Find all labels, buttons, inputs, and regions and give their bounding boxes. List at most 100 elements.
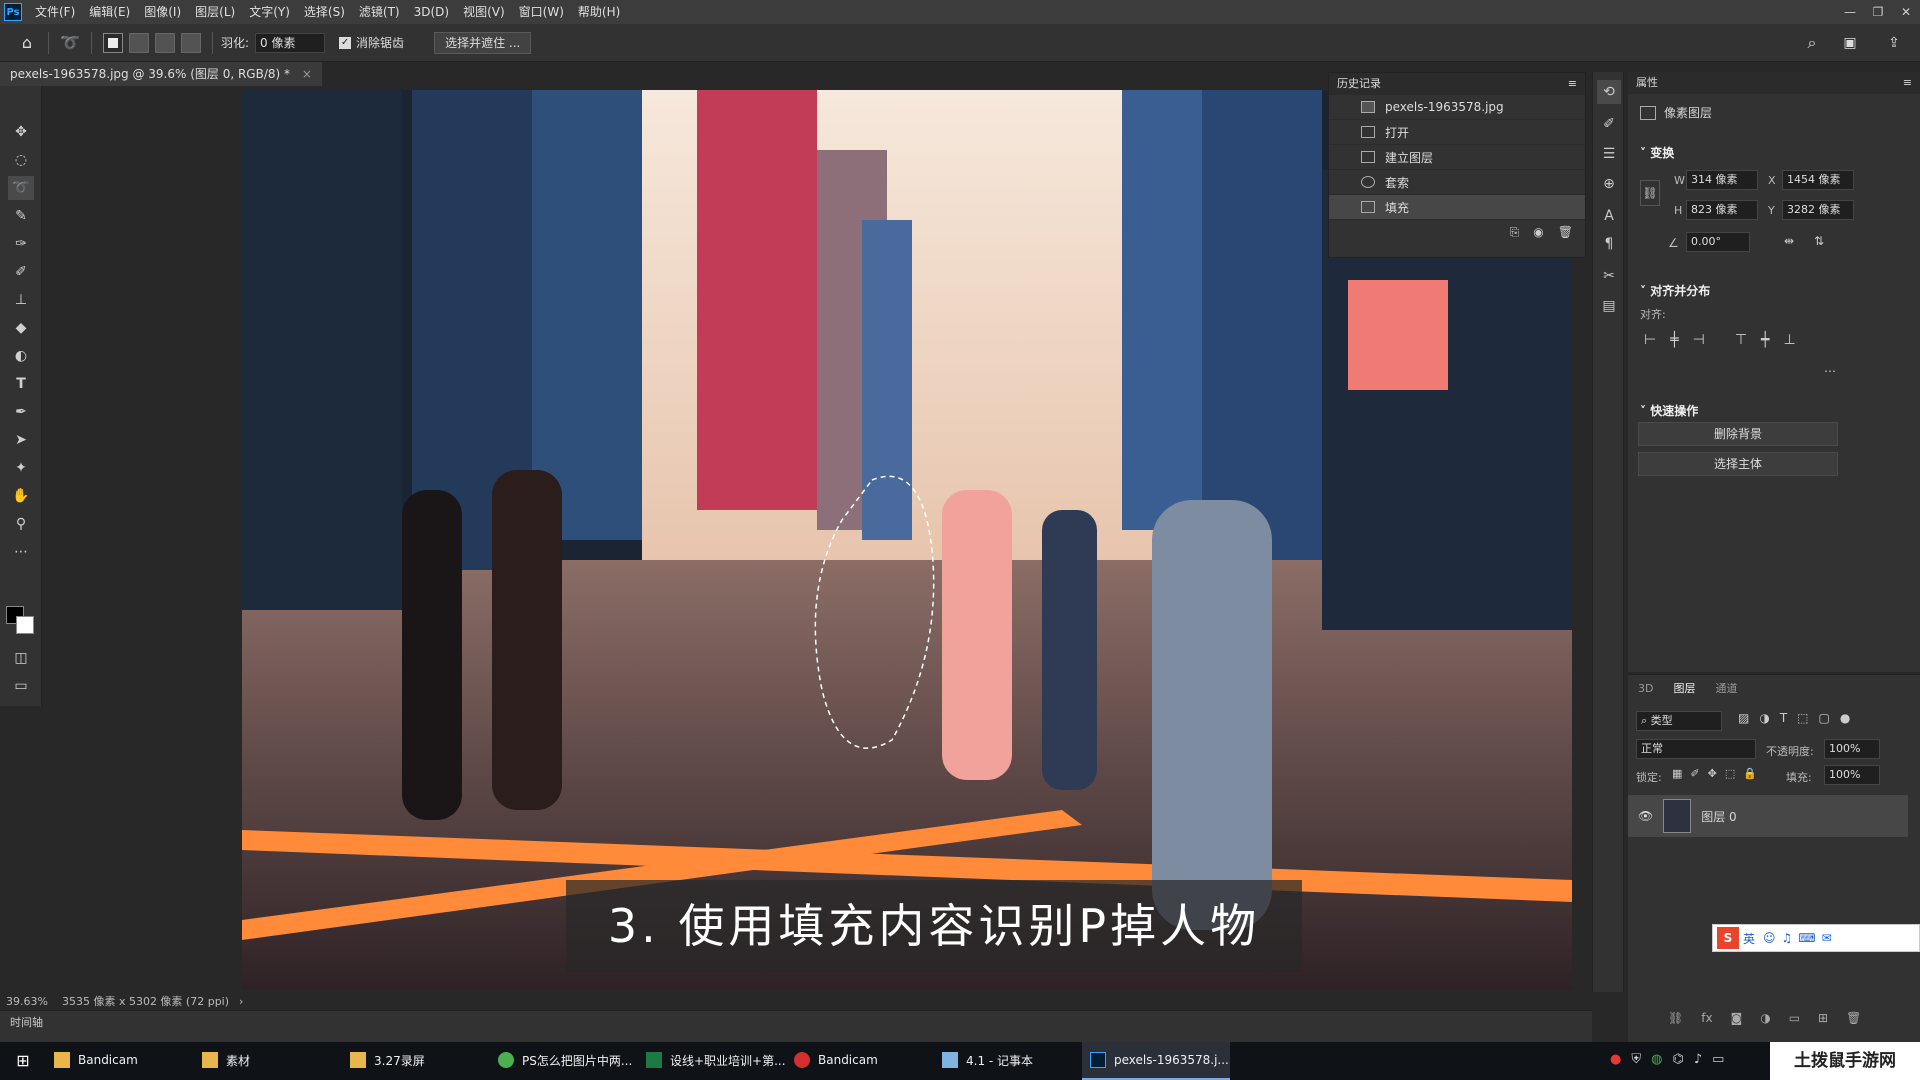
align-bottom-icon[interactable]: ⊥ bbox=[1783, 332, 1795, 348]
record-tray-icon[interactable]: ● bbox=[1610, 1052, 1621, 1067]
link-icon[interactable]: ⛓ bbox=[1640, 180, 1660, 206]
lock-transparent-icon[interactable]: ▦ bbox=[1672, 767, 1682, 780]
opacity-input[interactable]: 100% bbox=[1824, 739, 1880, 759]
feather-input[interactable]: 0 像素 bbox=[255, 32, 326, 53]
new-adjustment-icon[interactable]: ◑ bbox=[1760, 1011, 1770, 1025]
flip-horizontal-icon[interactable]: ⇹ bbox=[1784, 234, 1794, 248]
tool-presets-icon[interactable]: ✂ bbox=[1597, 264, 1621, 288]
history-item-new-layer[interactable]: 建立图层 bbox=[1329, 145, 1585, 170]
history-panel-icon[interactable]: ⟲ bbox=[1597, 80, 1621, 104]
adjustments-icon[interactable]: ☰ bbox=[1597, 142, 1621, 166]
align-left-icon[interactable]: ⊢ bbox=[1644, 332, 1656, 348]
layer-name[interactable]: 图层 0 bbox=[1701, 808, 1736, 825]
screen-mode-icon[interactable]: ▭ bbox=[8, 674, 34, 698]
filter-pixel-icon[interactable]: ▨ bbox=[1738, 711, 1749, 725]
trash-icon[interactable]: 🗑 bbox=[1558, 225, 1573, 239]
filter-adjustment-icon[interactable]: ◑ bbox=[1759, 711, 1769, 725]
menu-help[interactable]: 帮助(H) bbox=[571, 0, 627, 24]
more-options-icon[interactable]: ⋯ bbox=[1824, 364, 1836, 378]
panel-menu-icon[interactable]: ≡ bbox=[1903, 72, 1912, 94]
network-icon[interactable]: ⌬ bbox=[1672, 1052, 1683, 1067]
home-icon[interactable]: ⌂ bbox=[14, 30, 40, 56]
workspace-icon[interactable]: ▣ bbox=[1836, 30, 1864, 56]
taskbar-item[interactable]: Bandicam bbox=[46, 1042, 194, 1080]
remove-background-button[interactable]: 删除背景 bbox=[1638, 422, 1838, 446]
height-input[interactable]: 823 像素 bbox=[1686, 200, 1758, 220]
new-layer-icon[interactable]: ⊞ bbox=[1818, 1011, 1828, 1025]
align-center-v-icon[interactable]: ┿ bbox=[1761, 332, 1769, 348]
menu-filter[interactable]: 滤镜(T) bbox=[352, 0, 407, 24]
link-layers-icon[interactable]: ⛓ bbox=[1668, 1011, 1683, 1025]
align-top-icon[interactable]: ⊤ bbox=[1735, 332, 1747, 348]
taskbar-item[interactable]: 3.27录屏 bbox=[342, 1042, 490, 1080]
quick-mask-icon[interactable]: ◫ bbox=[8, 646, 34, 670]
menu-file[interactable]: 文件(F) bbox=[28, 0, 82, 24]
type-tool-icon[interactable]: T bbox=[8, 372, 34, 396]
move-tool-icon[interactable]: ✥ bbox=[8, 120, 34, 144]
properties-title[interactable]: 属性 bbox=[1636, 76, 1658, 89]
width-input[interactable]: 314 像素 bbox=[1686, 170, 1758, 190]
panel-menu-icon[interactable]: ≡ bbox=[1568, 73, 1577, 95]
transform-section-title[interactable]: ˅ 变换 bbox=[1640, 144, 1674, 161]
menu-3d[interactable]: 3D(D) bbox=[407, 0, 456, 24]
align-right-icon[interactable]: ⊣ bbox=[1693, 332, 1705, 348]
align-center-h-icon[interactable]: ╪ bbox=[1670, 332, 1678, 348]
ime-language[interactable]: 英 bbox=[1743, 930, 1755, 947]
paragraph-icon[interactable]: ¶ bbox=[1597, 232, 1621, 256]
filter-smart-icon[interactable]: ▢ bbox=[1819, 711, 1830, 725]
fill-input[interactable]: 100% bbox=[1824, 765, 1880, 785]
restore-icon[interactable]: ❐ bbox=[1864, 0, 1892, 24]
wechat-icon[interactable]: ◍ bbox=[1651, 1052, 1662, 1067]
zoom-level[interactable]: 39.63% bbox=[6, 995, 48, 1008]
stamp-tool-icon[interactable]: ⊥ bbox=[8, 288, 34, 312]
photoshop-logo-icon[interactable]: Ps bbox=[4, 3, 22, 21]
antialias-checkbox[interactable]: ✓ bbox=[339, 36, 352, 49]
history-title[interactable]: 历史记录 bbox=[1337, 77, 1381, 90]
quick-actions-title[interactable]: ˅ 快速操作 bbox=[1640, 402, 1698, 419]
path-select-tool-icon[interactable]: ➤ bbox=[8, 428, 34, 452]
search-icon[interactable]: ⌕ bbox=[1800, 30, 1824, 56]
eyedropper-tool-icon[interactable]: ✑ bbox=[8, 232, 34, 256]
pen-tool-icon[interactable]: ✒ bbox=[8, 400, 34, 424]
angle-input[interactable]: 0.00° bbox=[1686, 232, 1750, 252]
taskbar-item[interactable]: 设线+职业培训+第... bbox=[638, 1042, 786, 1080]
camera-icon[interactable]: ◉ bbox=[1533, 225, 1543, 239]
lasso-preset-icon[interactable]: ➰ bbox=[57, 30, 83, 56]
layer-style-icon[interactable]: fx bbox=[1701, 1011, 1712, 1025]
taskbar-item[interactable]: 素材 bbox=[194, 1042, 342, 1080]
select-subject-button[interactable]: 选择主体 bbox=[1638, 452, 1838, 476]
ime-tools-icon[interactable]: ☺♫⌨✉ bbox=[1763, 931, 1838, 945]
subtract-from-selection-button[interactable] bbox=[155, 32, 175, 53]
close-tab-icon[interactable]: × bbox=[302, 67, 312, 81]
history-snapshot[interactable]: pexels-1963578.jpg bbox=[1329, 95, 1585, 120]
menu-view[interactable]: 视图(V) bbox=[456, 0, 512, 24]
background-color-swatch[interactable] bbox=[16, 616, 34, 634]
lock-position-icon[interactable]: ✥ bbox=[1708, 767, 1717, 780]
close-icon[interactable]: ✕ bbox=[1892, 0, 1920, 24]
tab-channels[interactable]: 通道 bbox=[1705, 680, 1747, 696]
character-icon[interactable]: A bbox=[1597, 204, 1621, 228]
notes-icon[interactable]: ▤ bbox=[1597, 294, 1621, 318]
taskbar-item[interactable]: 4.1 - 记事本 bbox=[934, 1042, 1082, 1080]
chevron-right-icon[interactable]: › bbox=[239, 995, 243, 1008]
filter-type-icon[interactable]: T bbox=[1780, 711, 1787, 725]
menu-image[interactable]: 图像(I) bbox=[137, 0, 188, 24]
notification-icon[interactable]: ▭ bbox=[1712, 1052, 1724, 1067]
new-document-from-state-icon[interactable]: ⎘ bbox=[1510, 225, 1520, 240]
hand-tool-icon[interactable]: ✋ bbox=[8, 484, 34, 508]
taskbar-item[interactable]: Bandicam bbox=[786, 1042, 934, 1080]
taskbar-item-active[interactable]: pexels-1963578.j... bbox=[1082, 1042, 1230, 1080]
lasso-tool-icon[interactable]: ➰ bbox=[8, 176, 34, 200]
layer-filter-select[interactable]: ⌕ 类型 bbox=[1636, 711, 1722, 731]
history-item-fill[interactable]: 填充 bbox=[1329, 195, 1585, 220]
select-and-mask-button[interactable]: 选择并遮住 ... bbox=[434, 31, 532, 54]
gradient-tool-icon[interactable]: ◐ bbox=[8, 344, 34, 368]
eraser-tool-icon[interactable]: ◆ bbox=[8, 316, 34, 340]
brush-settings-icon[interactable]: ✐ bbox=[1597, 112, 1621, 136]
lock-all-icon[interactable]: 🔒 bbox=[1743, 767, 1757, 780]
share-icon[interactable]: ⇪ bbox=[1880, 30, 1908, 56]
new-group-icon[interactable]: ▭ bbox=[1789, 1011, 1800, 1025]
y-input[interactable]: 3282 像素 bbox=[1782, 200, 1854, 220]
shield-icon[interactable]: ⛨ bbox=[1631, 1052, 1641, 1067]
menu-edit[interactable]: 编辑(E) bbox=[82, 0, 137, 24]
